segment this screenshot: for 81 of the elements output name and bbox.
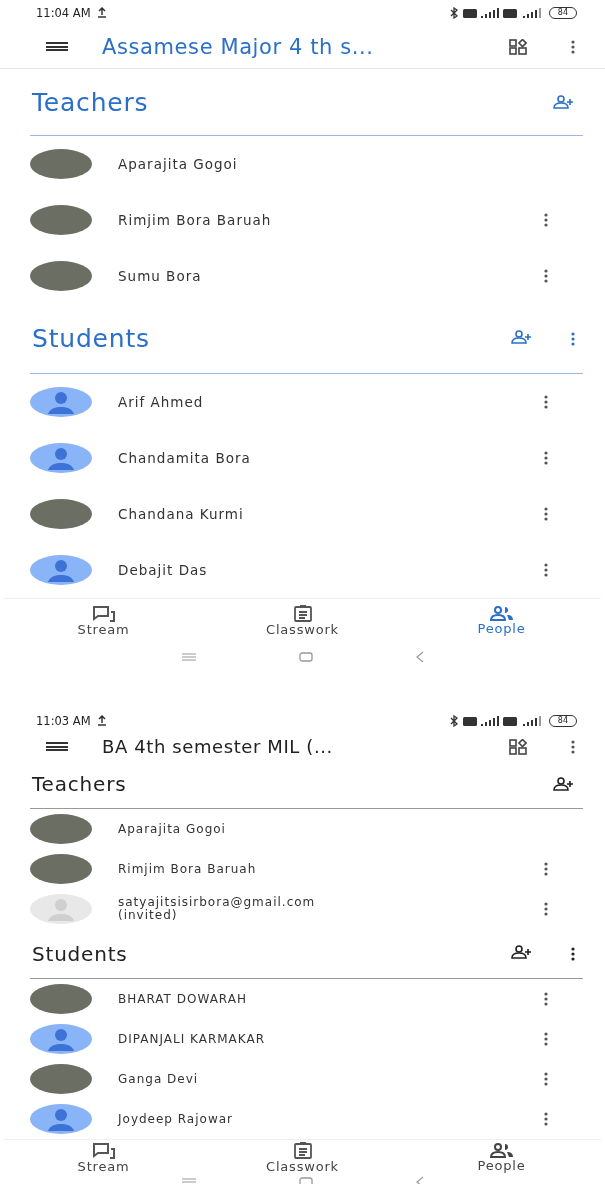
more-options-icon[interactable] xyxy=(544,451,548,465)
chat-bubbles-icon xyxy=(92,605,115,622)
person-name: Chandamita Bora xyxy=(118,450,252,466)
more-options-icon[interactable] xyxy=(544,902,548,916)
person-name: Rimjim Bora Baruah xyxy=(118,862,258,876)
nav-tab[interactable]: Classwork xyxy=(203,1140,402,1176)
more-options-icon[interactable] xyxy=(544,862,548,876)
person-name: Joydeep Rajowar xyxy=(118,1112,234,1126)
photo-placeholder xyxy=(30,499,92,529)
nav-tab[interactable]: Classwork xyxy=(203,599,402,643)
more-options-icon[interactable] xyxy=(544,1112,548,1126)
more-options-icon[interactable] xyxy=(544,563,548,577)
more-options-icon[interactable] xyxy=(544,269,548,283)
person-name: satyajitsisirbora@gmail.com xyxy=(118,896,317,909)
more-options-icon[interactable] xyxy=(544,507,548,521)
person-avatar-icon xyxy=(30,1024,92,1054)
photo-placeholder xyxy=(30,205,92,235)
status-time: 11:04 AM xyxy=(36,5,91,20)
more-options-icon[interactable] xyxy=(571,39,575,54)
more-options-icon[interactable] xyxy=(544,395,548,409)
class-title: BA 4th semester MIL (... xyxy=(102,736,334,757)
invite-status: (invited) xyxy=(118,909,178,922)
person-name: Aparajita Gogoi xyxy=(118,822,227,836)
section-heading: Students xyxy=(32,941,129,966)
grid-icon[interactable] xyxy=(509,738,527,755)
nav-tab[interactable]: Stream xyxy=(4,599,203,643)
back-icon[interactable] xyxy=(415,651,424,663)
person-name: Aparajita Gogoi xyxy=(118,156,239,172)
more-options-icon[interactable] xyxy=(544,1032,548,1046)
photo-placeholder xyxy=(30,814,92,844)
photo-placeholder xyxy=(30,854,92,884)
nav-tab[interactable]: People xyxy=(402,599,601,643)
people-icon xyxy=(489,1143,514,1158)
person-avatar-icon xyxy=(30,555,92,585)
more-options-icon[interactable] xyxy=(544,992,548,1006)
person-name: Ganga Devi xyxy=(118,1072,200,1086)
section-heading: Students xyxy=(32,324,151,353)
person-avatar-icon xyxy=(30,894,92,924)
clipboard-icon xyxy=(293,1142,312,1159)
signal-icon xyxy=(462,7,517,18)
class-title: Assamese Major 4 th s... xyxy=(102,34,375,59)
person-name: Rimjim Bora Baruah xyxy=(118,212,273,228)
grid-icon[interactable] xyxy=(509,38,527,55)
photo-placeholder xyxy=(30,984,92,1014)
more-options-icon[interactable] xyxy=(571,946,575,961)
person-avatar-icon xyxy=(30,443,92,473)
home-icon[interactable] xyxy=(298,652,313,662)
more-options-icon[interactable] xyxy=(571,739,575,754)
signal-icon xyxy=(520,7,543,18)
upload-icon xyxy=(96,715,107,726)
menu-icon[interactable] xyxy=(46,42,68,51)
photo-placeholder xyxy=(30,1064,92,1094)
more-options-icon[interactable] xyxy=(544,1072,548,1086)
photo-placeholder xyxy=(30,261,92,291)
upload-icon xyxy=(96,7,107,18)
add-person-icon[interactable] xyxy=(511,945,533,959)
person-name: DIPANJALI KARMAKAR xyxy=(118,1032,266,1046)
section-heading: Teachers xyxy=(32,87,150,117)
bluetooth-icon xyxy=(449,6,459,19)
section-heading: Teachers xyxy=(32,772,128,796)
person-name: BHARAT DOWARAH xyxy=(118,992,248,1006)
nav-tab[interactable]: Stream xyxy=(4,1140,203,1176)
menu-icon[interactable] xyxy=(46,742,68,751)
more-options-icon[interactable] xyxy=(544,213,548,227)
person-name: Arif Ahmed xyxy=(118,394,205,410)
signal-icon xyxy=(520,715,543,726)
clipboard-icon xyxy=(293,605,312,622)
chat-bubbles-icon xyxy=(92,1142,115,1159)
person-name: Debajit Das xyxy=(118,562,209,578)
add-person-icon[interactable] xyxy=(553,777,575,791)
people-icon xyxy=(489,606,514,621)
person-avatar-icon xyxy=(30,387,92,417)
photo-placeholder xyxy=(30,149,92,179)
bluetooth-icon xyxy=(449,714,459,727)
person-name: Sumu Bora xyxy=(118,268,203,284)
signal-icon xyxy=(462,715,517,726)
status-time: 11:03 AM xyxy=(36,713,91,728)
person-avatar-icon xyxy=(30,1104,92,1134)
person-name: Chandana Kurmi xyxy=(118,506,245,522)
nav-tab[interactable]: People xyxy=(402,1140,601,1176)
back-icon[interactable] xyxy=(415,1176,424,1184)
